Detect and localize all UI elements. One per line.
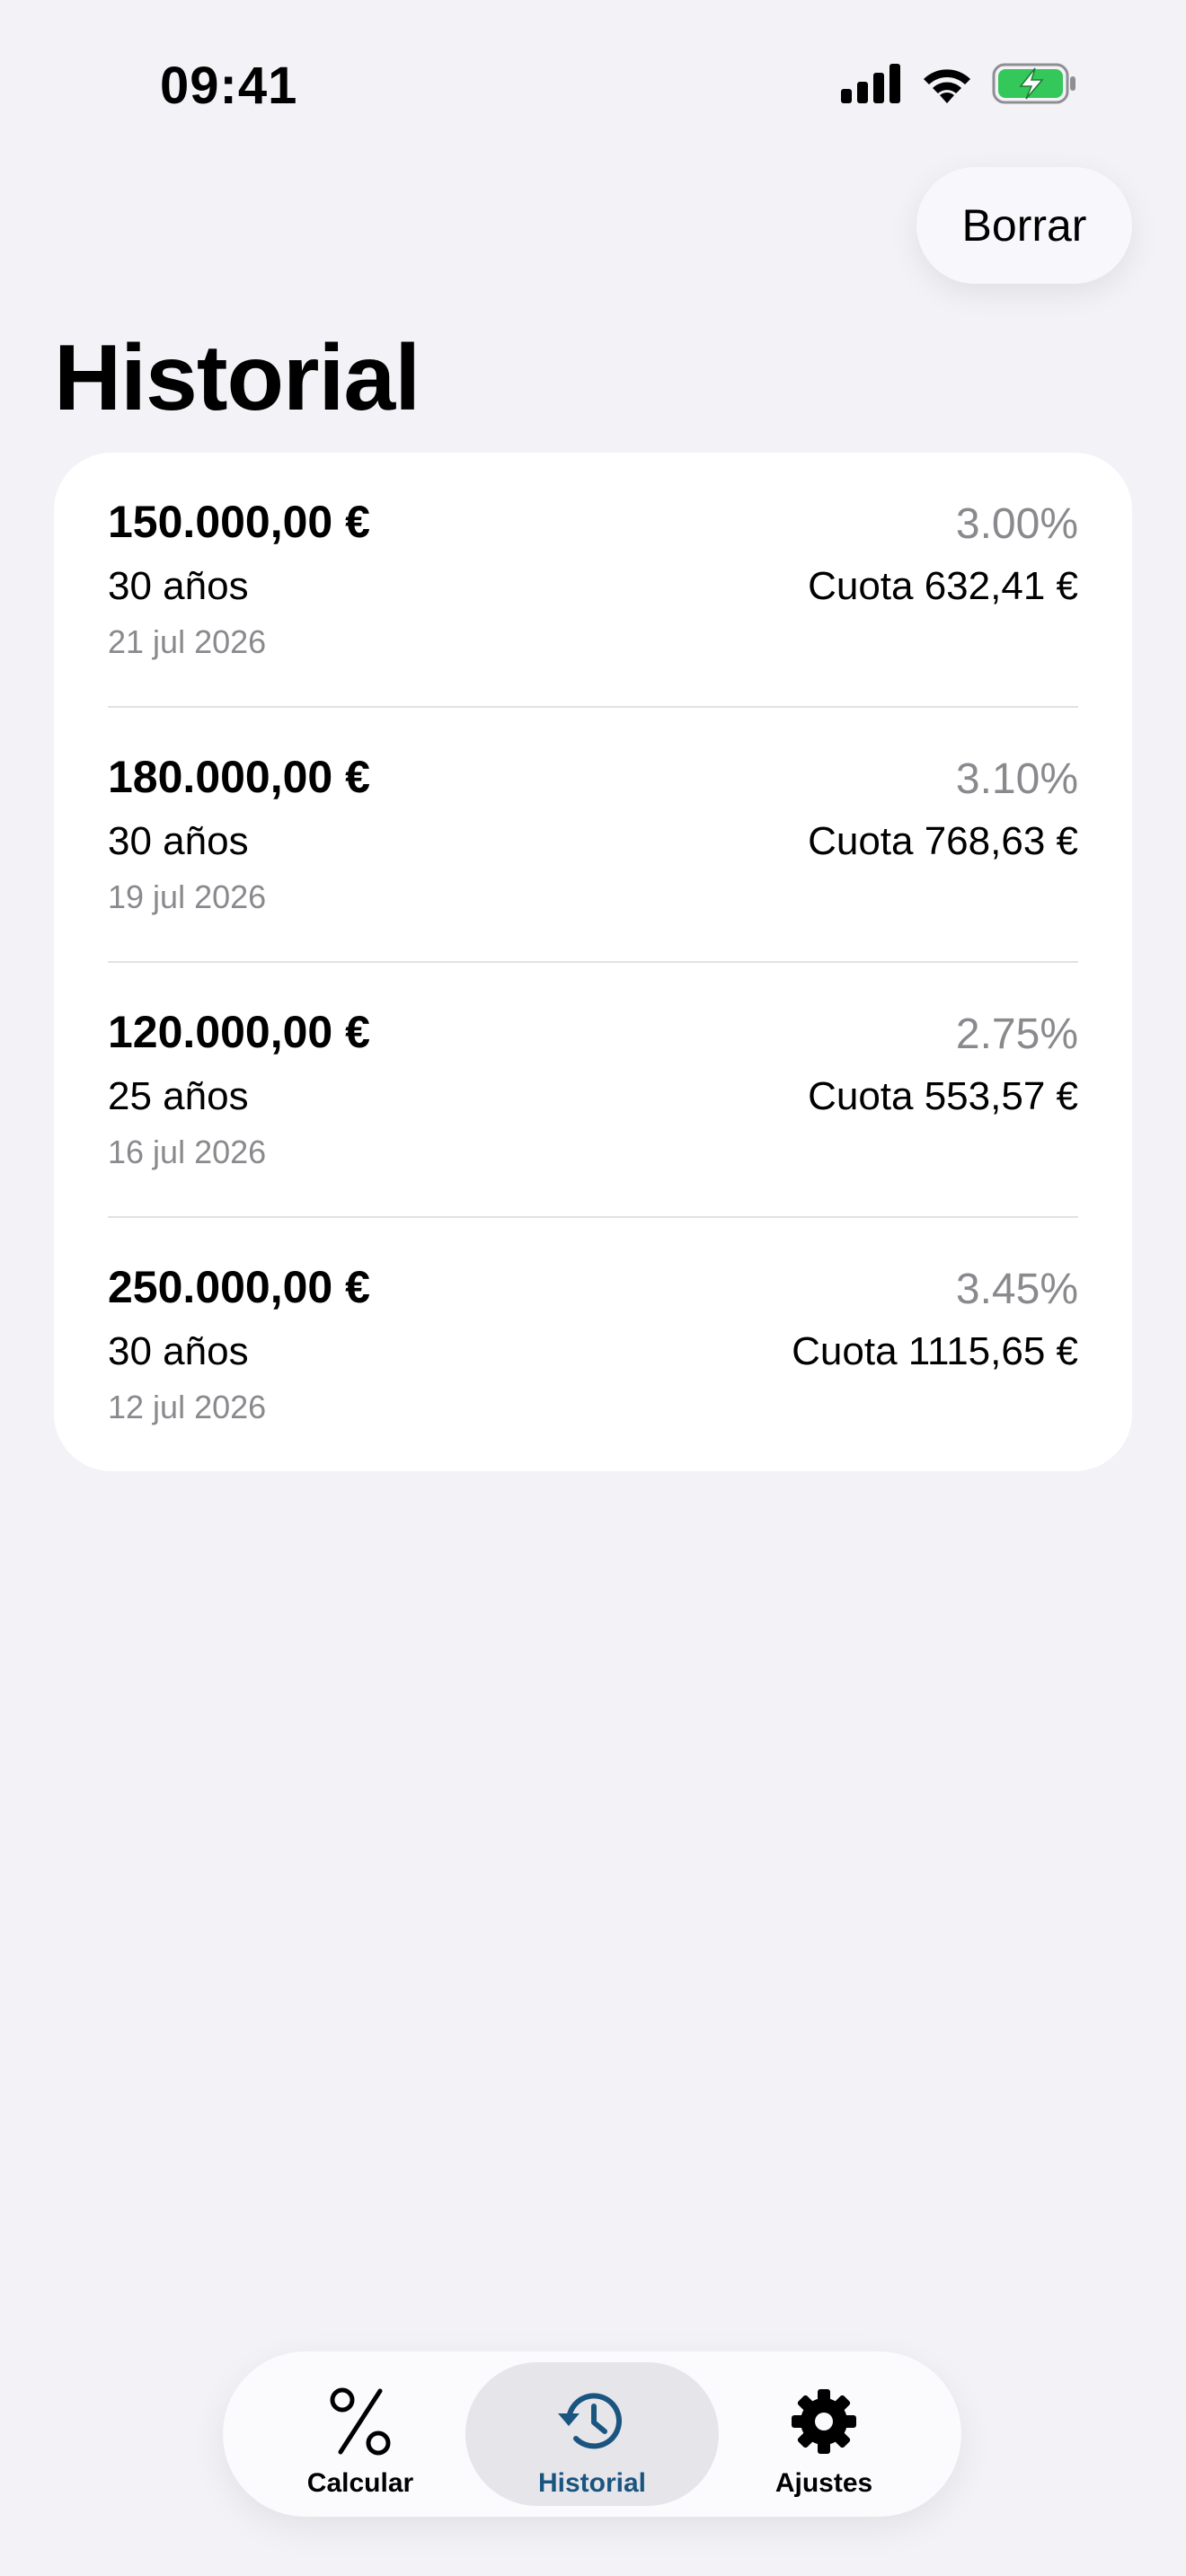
wifi-icon bbox=[924, 69, 970, 103]
loan-amount: 180.000,00 € bbox=[108, 752, 370, 802]
monthly-payment: Cuota 553,57 € bbox=[808, 1074, 1078, 1118]
loan-amount: 120.000,00 € bbox=[108, 1007, 370, 1057]
screen: 09:41 Borrar Historial 150.000,00 € 30 a… bbox=[0, 0, 1186, 2576]
interest-rate: 3.10% bbox=[955, 755, 1078, 803]
tab-historial[interactable]: Historial bbox=[465, 2362, 719, 2506]
tab-label: Ajustes bbox=[774, 2468, 873, 2498]
history-list: 150.000,00 € 30 años 21 jul 2026 3.00% C… bbox=[54, 453, 1132, 1471]
tab-ajustes[interactable]: Ajustes bbox=[697, 2362, 951, 2506]
tab-bar: Calcular Historial Ajustes bbox=[223, 2351, 961, 2517]
calculation-date: 19 jul 2026 bbox=[108, 878, 267, 915]
tab-label: Calcular bbox=[306, 2468, 414, 2498]
loan-amount: 250.000,00 € bbox=[108, 1262, 370, 1312]
monthly-payment: Cuota 1115,65 € bbox=[792, 1329, 1078, 1373]
interest-rate: 3.00% bbox=[955, 500, 1078, 548]
page-title: Historial bbox=[54, 326, 420, 430]
tab-calcular[interactable]: Calcular bbox=[234, 2362, 487, 2506]
history-item[interactable]: 120.000,00 € 25 años 16 jul 2026 2.75% C… bbox=[108, 963, 1078, 1218]
history-clock-icon bbox=[465, 2386, 719, 2457]
history-item[interactable]: 150.000,00 € 30 años 21 jul 2026 3.00% C… bbox=[108, 453, 1078, 708]
calculation-date: 21 jul 2026 bbox=[108, 623, 267, 660]
calculation-date: 16 jul 2026 bbox=[108, 1134, 267, 1170]
loan-term: 30 años bbox=[108, 564, 249, 608]
battery-charging-icon bbox=[992, 63, 1075, 104]
clear-button[interactable]: Borrar bbox=[916, 167, 1132, 284]
loan-amount: 150.000,00 € bbox=[108, 497, 370, 547]
interest-rate: 3.45% bbox=[955, 1266, 1078, 1313]
history-item[interactable]: 250.000,00 € 30 años 12 jul 2026 3.45% C… bbox=[108, 1218, 1078, 1473]
interest-rate: 2.75% bbox=[955, 1010, 1078, 1058]
calculation-date: 12 jul 2026 bbox=[108, 1389, 267, 1425]
signal-icon bbox=[841, 64, 900, 103]
percent-icon bbox=[234, 2386, 487, 2457]
gear-icon bbox=[697, 2386, 951, 2457]
monthly-payment: Cuota 632,41 € bbox=[808, 564, 1078, 608]
loan-term: 25 años bbox=[108, 1074, 249, 1118]
history-item[interactable]: 180.000,00 € 30 años 19 jul 2026 3.10% C… bbox=[108, 708, 1078, 963]
monthly-payment: Cuota 768,63 € bbox=[808, 819, 1078, 863]
tab-label: Historial bbox=[537, 2468, 647, 2498]
status-icons bbox=[841, 63, 1076, 104]
loan-term: 30 años bbox=[108, 1329, 249, 1373]
status-time: 09:41 bbox=[160, 57, 298, 115]
loan-term: 30 años bbox=[108, 819, 249, 863]
